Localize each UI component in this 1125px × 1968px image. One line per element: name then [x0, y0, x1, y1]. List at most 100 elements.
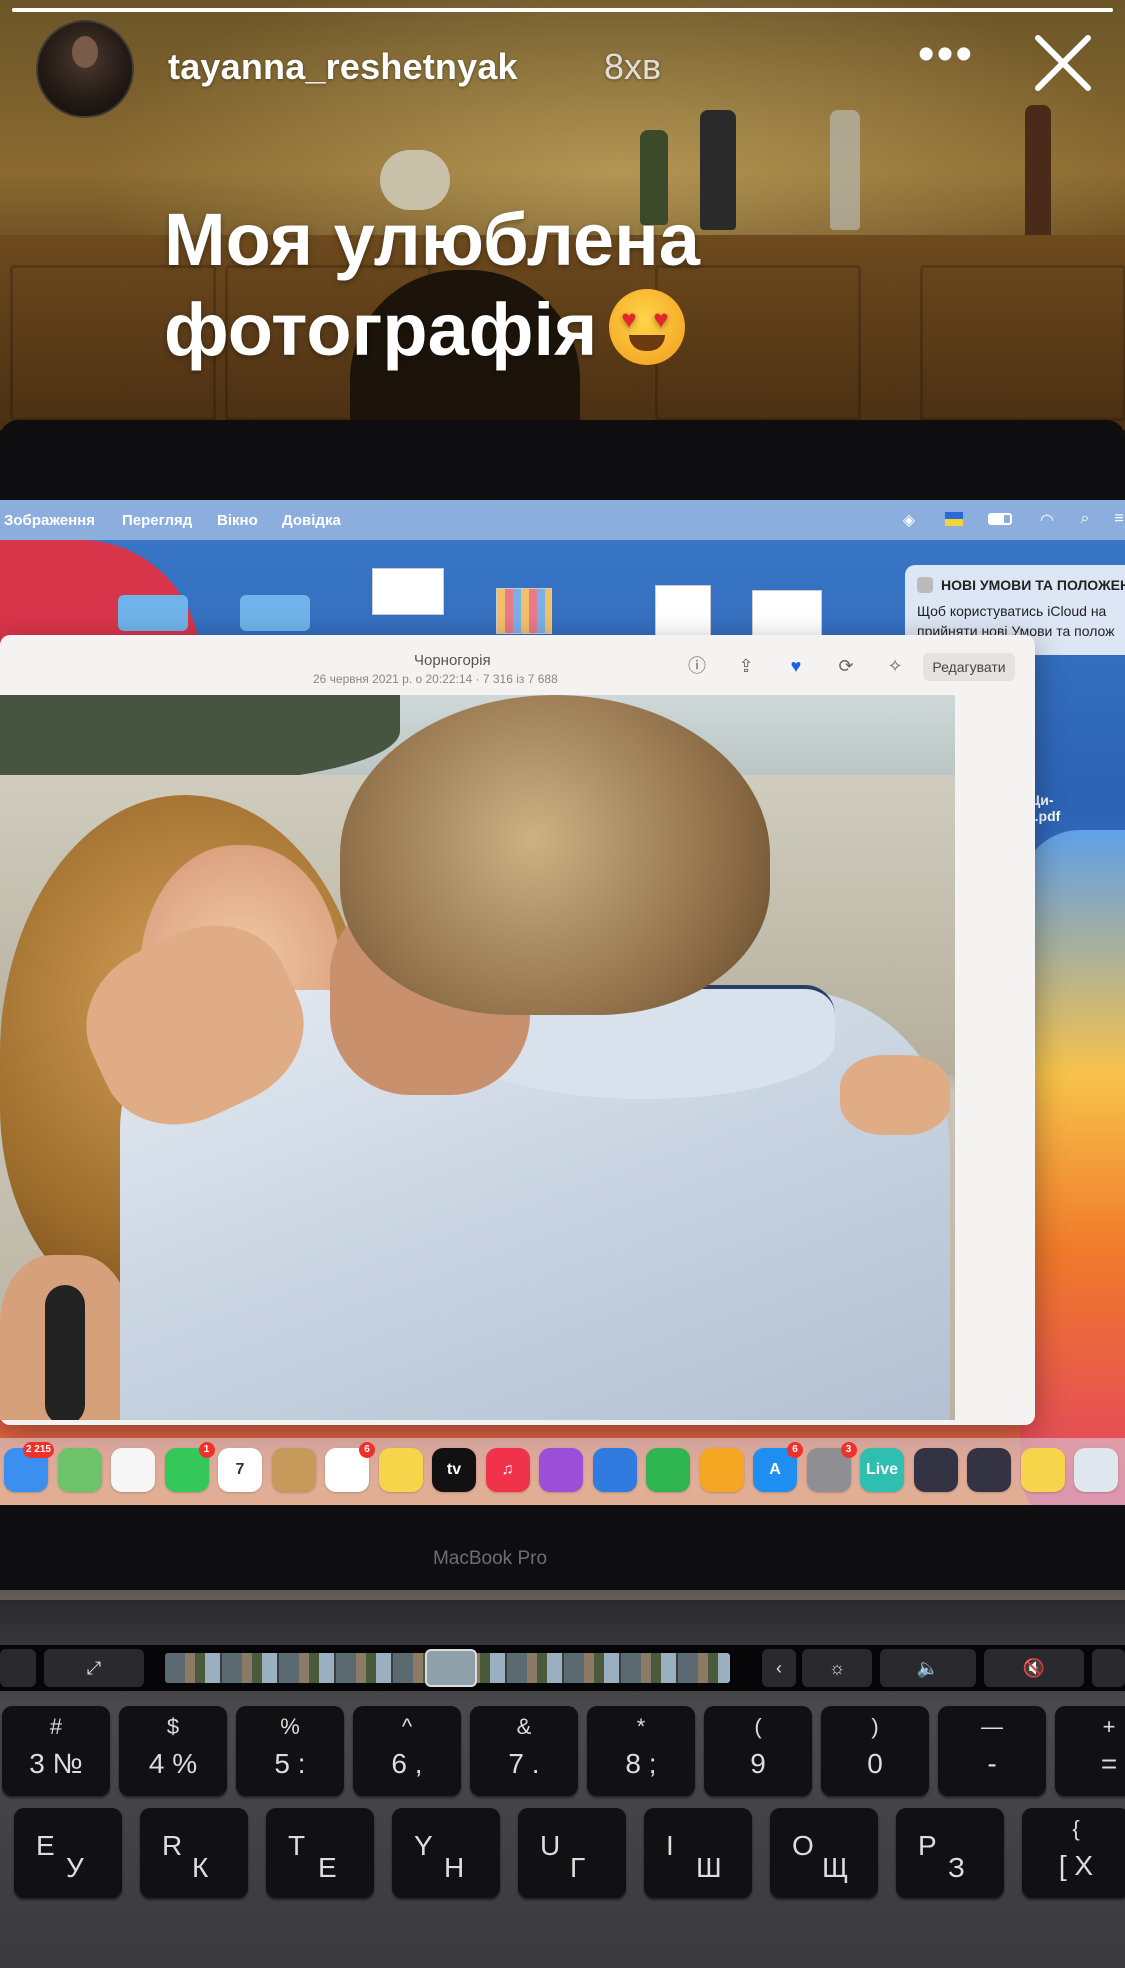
desktop-folder-icon[interactable]	[240, 595, 310, 631]
keyboard-key[interactable]: PЗ	[896, 1808, 1004, 1898]
dock-badge: 2 215	[22, 1442, 54, 1458]
edit-button[interactable]: Редагувати	[923, 653, 1015, 681]
wallpaper-shape	[1020, 830, 1125, 1505]
man-hair	[340, 695, 770, 1015]
keyboard-key[interactable]: OЩ	[770, 1808, 878, 1898]
desktop-file-thumbnail[interactable]	[655, 585, 711, 637]
dock-music-icon[interactable]: ♫	[485, 1448, 530, 1492]
dock-badge: 6	[787, 1442, 803, 1458]
mac-menubar: Зображення Перегляд Вікно Довідка ◈ ◠ ⌕ …	[0, 500, 1125, 540]
keyboard-key[interactable]: & 7 .	[470, 1706, 578, 1796]
heart-eyes-emoji-icon: ♥ ♥	[609, 289, 686, 365]
volume-icon[interactable]: 🔈	[880, 1649, 976, 1687]
dock-keynote-icon[interactable]	[592, 1448, 637, 1492]
menu-image[interactable]: Зображення	[4, 512, 95, 529]
brightness-icon[interactable]: ☼	[802, 1649, 872, 1687]
dock-badge: 1	[198, 1442, 215, 1458]
dock-notes-icon[interactable]	[378, 1448, 423, 1492]
dock-utility-1-icon[interactable]	[913, 1448, 958, 1492]
keyboard-key[interactable]: EУ	[14, 1808, 122, 1898]
keyboard-key[interactable]: — -	[938, 1706, 1046, 1796]
close-icon	[1035, 35, 1091, 91]
keyboard-key[interactable]: {[ Х	[1022, 1808, 1125, 1898]
dock-system-preferences-icon[interactable]: 3	[806, 1442, 857, 1492]
dock-podcasts-icon[interactable]	[539, 1448, 583, 1492]
cloud-icon	[917, 577, 933, 593]
keyboard-key[interactable]: ^ 6 ,	[353, 1706, 461, 1796]
menu-help[interactable]: Довідка	[282, 512, 341, 529]
keyboard-key[interactable]: % 5 :	[236, 1706, 344, 1796]
dock-photos-icon[interactable]	[111, 1448, 155, 1492]
mac-dock: 2 215 1 7 6 tv ♫ A 6 3 Live	[0, 1438, 1125, 1505]
battery-icon[interactable]	[988, 510, 1012, 528]
share-icon[interactable]: ⇪	[733, 653, 759, 679]
avatar[interactable]	[36, 20, 134, 118]
dock-numbers-icon[interactable]	[646, 1448, 690, 1492]
keyboard-key[interactable]: UГ	[518, 1808, 626, 1898]
dock-maps-icon[interactable]	[57, 1448, 102, 1492]
notification-body: Щоб користуватись iCloud на	[917, 603, 1107, 619]
desktop-file-thumbnail[interactable]	[752, 590, 822, 636]
dock-stickies-icon[interactable]	[1020, 1448, 1065, 1492]
keyboard-key[interactable]: YН	[392, 1808, 500, 1898]
flag-icon[interactable]	[945, 510, 967, 528]
notification-title: НОВІ УМОВИ ТА ПОЛОЖЕН	[941, 577, 1125, 593]
photo-image	[0, 695, 955, 1420]
enhance-icon[interactable]: ✧	[882, 653, 908, 679]
photos-window: Чорногорія 26 червня 2021 р. о 20:22:14 …	[0, 635, 1035, 1425]
dock-preview-icon[interactable]	[1074, 1448, 1118, 1492]
dock-app-store-icon[interactable]: A6	[753, 1442, 803, 1492]
keyboard-key[interactable]: RК	[140, 1808, 248, 1898]
rotate-icon[interactable]: ⟳	[833, 653, 859, 679]
touchbar-expand-key[interactable]: ⤢	[44, 1649, 144, 1687]
wifi-icon[interactable]: ◠	[1036, 510, 1058, 529]
more-options-button[interactable]: •••	[916, 31, 976, 90]
control-center-icon[interactable]: ≡	[1108, 510, 1125, 528]
keyboard-key[interactable]: $4 %	[119, 1706, 227, 1796]
heart-icon[interactable]: ♥	[783, 653, 809, 679]
bottle	[1025, 105, 1051, 245]
story-username[interactable]: tayanna_reshetnyak	[168, 46, 518, 88]
menu-view[interactable]: Перегляд	[122, 512, 192, 529]
desktop-folder-icon[interactable]	[118, 595, 188, 631]
dock-live-icon[interactable]: Live	[860, 1448, 904, 1492]
desktop-file-thumbnail[interactable]	[372, 568, 444, 615]
touchbar-esc-key[interactable]	[0, 1649, 36, 1687]
bottle	[700, 110, 736, 230]
keyboard-key[interactable]: * 8 ;	[587, 1706, 695, 1796]
touchbar-selected-photo[interactable]	[425, 1649, 477, 1687]
close-button[interactable]	[1030, 30, 1096, 96]
keyboard-key[interactable]: IШ	[644, 1808, 752, 1898]
story-timestamp: 8хв	[604, 46, 662, 87]
keyboard-key[interactable]: ) 0	[821, 1706, 929, 1796]
dock-pages-icon[interactable]	[699, 1448, 744, 1492]
story-caption: Моя улюблена фотографія ♥ ♥	[164, 195, 700, 375]
app-status-icon[interactable]: ◈	[898, 510, 920, 529]
dock-calendar-icon[interactable]: 7	[218, 1448, 262, 1492]
mute-icon[interactable]: 🔇	[984, 1649, 1084, 1687]
chevron-left-icon[interactable]: ‹	[762, 1649, 796, 1687]
dock-contacts-icon[interactable]	[271, 1448, 316, 1492]
dock-facetime-icon[interactable]: 1	[164, 1442, 215, 1492]
desktop-file-thumbnail[interactable]	[496, 588, 552, 634]
story-progress-bar	[12, 8, 1113, 12]
mac-screen: Зображення Перегляд Вікно Довідка ◈ ◠ ⌕ …	[0, 500, 1125, 1505]
keyboard-key[interactable]: #3 №	[2, 1706, 110, 1796]
siri-icon[interactable]	[1092, 1649, 1125, 1687]
keyboard-key[interactable]: + =	[1055, 1706, 1125, 1796]
info-icon[interactable]: ⓘ	[684, 653, 710, 679]
dock-badge: 3	[840, 1442, 857, 1458]
photo-album-title: Чорногорія	[414, 652, 491, 669]
dock-reminders-icon[interactable]: 6	[325, 1442, 375, 1492]
dock-utility-2-icon[interactable]	[967, 1448, 1011, 1492]
keyboard-key[interactable]: TЕ	[266, 1808, 374, 1898]
dock-mail-icon[interactable]: 2 215	[4, 1442, 54, 1492]
dock-badge: 6	[359, 1442, 375, 1458]
laptop-brand-label: MacBook Pro	[432, 1548, 548, 1569]
search-icon[interactable]: ⌕	[1074, 510, 1096, 528]
bottle	[830, 110, 860, 230]
dock-tv-icon[interactable]: tv	[432, 1448, 476, 1492]
keyboard-key[interactable]: (9	[704, 1706, 812, 1796]
caption-line-2: фотографія	[164, 288, 598, 371]
menu-window[interactable]: Вікно	[217, 512, 258, 529]
